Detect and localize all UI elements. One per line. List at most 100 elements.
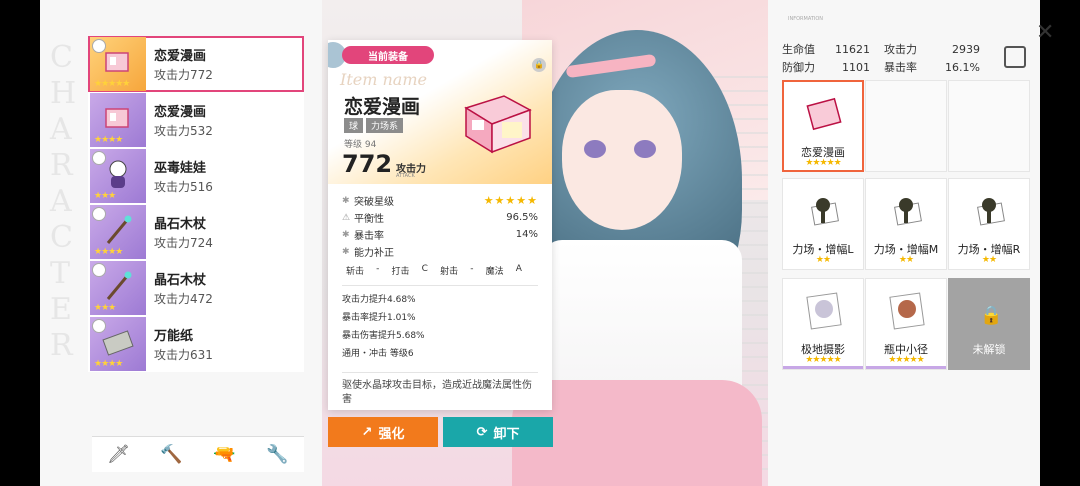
stat-row: ✱ 暴击率 14% [342, 226, 538, 243]
stat-icon: ✱ [342, 195, 350, 206]
gun-icon[interactable]: 🔫 [198, 437, 251, 472]
amplifier-icon [811, 198, 839, 226]
rarity-line [783, 366, 863, 369]
star-rating: ★★ [898, 255, 914, 265]
current-equipment-badge: 当前装备 [342, 46, 434, 64]
stat-value: 14% [515, 229, 538, 240]
item-thumbnail: ★★★★ [90, 205, 146, 259]
item-name: 恋爱漫画 [154, 105, 207, 120]
sword-icon[interactable]: 🗡 [92, 437, 145, 472]
equipment-slot[interactable]: 力场・增幅R ★★ [948, 178, 1030, 270]
attack-value: 772 [342, 150, 393, 178]
unequip-button[interactable]: ⟳ 卸下 [443, 417, 553, 447]
item-thumbnail: ★★★★★ [90, 37, 146, 91]
banknote-icon [102, 330, 134, 356]
item-attack: 攻击力516 [154, 180, 213, 194]
wrench-icon[interactable]: 🔧 [251, 437, 304, 472]
stat-value: 11621 [835, 42, 870, 56]
crystal-staff-icon [106, 215, 132, 244]
star-rating: ★★ [981, 255, 997, 265]
equipment-slot[interactable]: 恋爱漫画 ★★★★★ [782, 80, 864, 172]
star-rating: ★★★ [94, 191, 116, 201]
stat-row: ✱ 能力补正 [342, 243, 538, 260]
stats-row: 防御力 1101 暴击率 16.1% [782, 58, 992, 76]
equipment-slot[interactable] [948, 80, 1030, 172]
star-rating: ★★★★★ [805, 355, 841, 365]
item-thumbnail: ★★★★ [90, 317, 146, 371]
item-title: 恋爱漫画 [344, 96, 421, 118]
arrow-up-icon: ↗ [361, 424, 373, 440]
stat-label: 能力补正 [354, 248, 394, 259]
correction-type: 魔法 [485, 267, 504, 277]
character-info-panel: INFORMATION ✕ 生命值 11621 攻击力 2939 防御力 110… [768, 0, 1054, 486]
item-stats: ✱ 突破星级 ★★★★★ ⚠ 平衡性 96.5% ✱ 暴击率 14% ✱ 能力补… [328, 184, 552, 407]
item-thumbnail: ★★★ [90, 261, 146, 315]
equipment-slot[interactable]: 瓶中小径 ★★★★★ [865, 278, 947, 370]
comic-box-icon [105, 108, 129, 128]
item-name: 万能纸 [154, 329, 194, 344]
item-attack: 攻击力724 [154, 236, 213, 250]
bonus-line: 暴击率提升1.01% [342, 313, 416, 323]
stat-value: 2939 [952, 42, 980, 56]
item-thumbnail: ★★★★ [90, 93, 146, 147]
item-tags: 球 力场系 [344, 118, 404, 133]
stat-value: 1101 [842, 60, 870, 74]
bonus-line: 暴击伤害提升5.68% [342, 331, 425, 341]
correction-type: 打击 [391, 267, 410, 277]
comic-box-icon [806, 97, 842, 131]
character-eye-left [584, 140, 606, 158]
item-tag: 力场系 [366, 118, 404, 133]
upgrade-button[interactable]: ↗ 强化 [328, 417, 438, 447]
rarity-line [866, 366, 946, 369]
correction-grade: C [421, 264, 428, 274]
equipment-slot[interactable] [865, 80, 947, 172]
item-attack: 攻击力631 [154, 348, 213, 362]
correction-grade: - [376, 264, 380, 274]
amplifier-icon [977, 198, 1005, 226]
list-item[interactable]: ★★★★ 晶石木杖 攻击力724 [88, 204, 304, 260]
star-rating: ★★★ [94, 303, 116, 313]
list-item[interactable]: ★★★★★ 恋爱漫画 攻击力772 [88, 36, 304, 92]
background-watermark: CHARACTER [50, 40, 77, 363]
item-attack: 攻击力772 [154, 68, 213, 82]
bonus-line: 攻击力提升4.68% [342, 295, 416, 305]
equipment-slot[interactable]: 力场・增幅L ★★ [782, 178, 864, 270]
hammer-icon[interactable]: 🔨 [145, 437, 198, 472]
lock-icon[interactable]: 🔒 [532, 58, 546, 72]
crystal-staff-icon [106, 271, 132, 300]
attack-sublabel: ATTACK [396, 173, 415, 179]
amplifier-icon [894, 198, 922, 226]
weapon-type-tabs: 🗡 🔨 🔫 🔧 [92, 436, 304, 472]
stat-label: 生命值 [782, 43, 815, 56]
item-thumbnail: ★★★ [90, 149, 146, 203]
character-face [562, 90, 682, 230]
equipment-slot-locked[interactable]: 🔒 未解锁 [948, 278, 1030, 370]
correction-type: 斩击 [346, 267, 365, 277]
bonus-line: 通用・冲击 等级6 [342, 349, 414, 359]
item-list-panel: CHARACTER ★★★★★ 恋爱漫画 攻击力772 ★★★★ 恋爱漫画 攻击… [40, 0, 322, 486]
item-detail-card: 当前装备 🔒 Item name 恋爱漫画 球 力场系 等级 94 772 攻击… [328, 40, 552, 410]
list-item[interactable]: ★★★ 晶石木杖 攻击力472 [88, 260, 304, 316]
list-item[interactable]: ★★★ 巫毒娃娃 攻击力516 [88, 148, 304, 204]
item-name: 恋爱漫画 [154, 49, 207, 64]
item-script-title: Item name [340, 70, 427, 89]
item-tag: 球 [344, 118, 364, 133]
star-rating: ★★★★★ [805, 158, 841, 168]
correction-type: 射击 [440, 267, 459, 277]
photo-card-icon [806, 292, 842, 330]
equipment-slot[interactable]: 极地摄影 ★★★★★ [782, 278, 864, 370]
star-rating: ★★★★★ [483, 194, 538, 207]
stat-value: 16.1% [945, 60, 980, 74]
item-attack: 攻击力532 [154, 124, 213, 138]
comic-box-icon [464, 95, 532, 154]
inspect-icon[interactable] [1004, 46, 1026, 68]
list-item[interactable]: ★★★★ 恋爱漫画 攻击力532 [88, 92, 304, 148]
refresh-icon: ⟳ [476, 424, 488, 440]
close-icon[interactable]: ✕ [1036, 20, 1054, 45]
unequip-label: 卸下 [493, 426, 520, 442]
list-item[interactable]: ★★★★ 万能纸 攻击力631 [88, 316, 304, 372]
divider [342, 285, 538, 286]
correction-grade: - [470, 264, 474, 274]
equipment-slot[interactable]: 力场・增幅M ★★ [865, 178, 947, 270]
star-rating: ★★★★★ [888, 355, 924, 365]
